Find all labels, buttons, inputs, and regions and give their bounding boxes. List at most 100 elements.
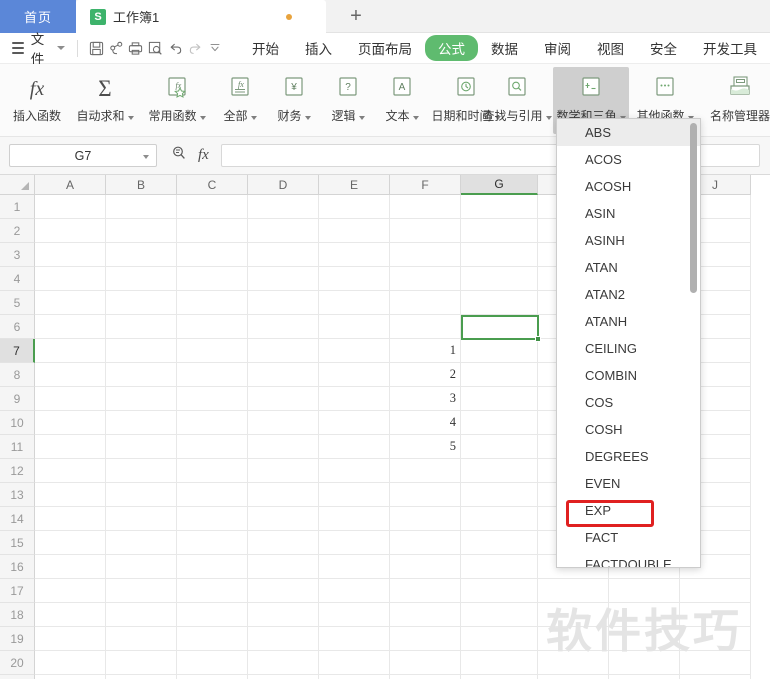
cell-A15[interactable] bbox=[35, 531, 106, 555]
cell-E9[interactable] bbox=[319, 387, 390, 411]
cell-C15[interactable] bbox=[177, 531, 248, 555]
dropdown-item-cos[interactable]: COS bbox=[557, 389, 700, 416]
print-icon[interactable] bbox=[126, 36, 146, 60]
cell-G18[interactable] bbox=[461, 603, 538, 627]
ribbon-tab-security[interactable]: 安全 bbox=[637, 35, 690, 61]
ribbon-tab-view[interactable]: 视图 bbox=[584, 35, 637, 61]
chevron-down-icon[interactable] bbox=[304, 115, 311, 120]
cell-A9[interactable] bbox=[35, 387, 106, 411]
cell-G16[interactable] bbox=[461, 555, 538, 579]
print-preview-icon[interactable] bbox=[146, 36, 166, 60]
cell-E10[interactable] bbox=[319, 411, 390, 435]
cell-F6[interactable] bbox=[390, 315, 461, 339]
cell-A14[interactable] bbox=[35, 507, 106, 531]
cell-A8[interactable] bbox=[35, 363, 106, 387]
cell-G6[interactable] bbox=[461, 315, 538, 339]
new-tab-button[interactable]: + bbox=[334, 0, 378, 33]
cell-B7[interactable] bbox=[106, 339, 177, 363]
cell-E16[interactable] bbox=[319, 555, 390, 579]
cell-J21[interactable] bbox=[680, 675, 751, 679]
cell-F20[interactable] bbox=[390, 651, 461, 675]
chevron-down-icon[interactable] bbox=[250, 115, 257, 120]
cell-B17[interactable] bbox=[106, 579, 177, 603]
row-header-17[interactable]: 17 bbox=[0, 579, 35, 603]
cell-F13[interactable] bbox=[390, 483, 461, 507]
cell-C10[interactable] bbox=[177, 411, 248, 435]
row-header-13[interactable]: 13 bbox=[0, 483, 35, 507]
cell-A12[interactable] bbox=[35, 459, 106, 483]
cell-E6[interactable] bbox=[319, 315, 390, 339]
cell-D4[interactable] bbox=[248, 267, 319, 291]
cell-F11[interactable]: 5 bbox=[390, 435, 461, 459]
cell-F19[interactable] bbox=[390, 627, 461, 651]
col-header-e[interactable]: E bbox=[319, 175, 390, 195]
cell-B15[interactable] bbox=[106, 531, 177, 555]
cell-B2[interactable] bbox=[106, 219, 177, 243]
share-icon[interactable] bbox=[106, 36, 126, 60]
cell-A2[interactable] bbox=[35, 219, 106, 243]
file-menu-label[interactable]: 文件 bbox=[31, 28, 51, 68]
cell-G7[interactable] bbox=[461, 339, 538, 363]
dropdown-item-ceiling[interactable]: CEILING bbox=[557, 335, 700, 362]
cell-G5[interactable] bbox=[461, 291, 538, 315]
ribbon-tab-page-layout[interactable]: 页面布局 bbox=[345, 35, 425, 61]
search-function-icon[interactable] bbox=[171, 145, 187, 166]
dropdown-item-even[interactable]: EVEN bbox=[557, 470, 700, 497]
cell-D10[interactable] bbox=[248, 411, 319, 435]
cell-E2[interactable] bbox=[319, 219, 390, 243]
cell-C11[interactable] bbox=[177, 435, 248, 459]
cell-A1[interactable] bbox=[35, 195, 106, 219]
cell-D3[interactable] bbox=[248, 243, 319, 267]
cell-D9[interactable] bbox=[248, 387, 319, 411]
cell-G12[interactable] bbox=[461, 459, 538, 483]
fill-handle[interactable] bbox=[535, 336, 541, 342]
ribbon-tab-data[interactable]: 数据 bbox=[478, 35, 531, 61]
row-header-4[interactable]: 4 bbox=[0, 267, 35, 291]
col-header-g[interactable]: G bbox=[461, 175, 538, 195]
name-box[interactable]: G7 bbox=[9, 144, 157, 167]
cell-D15[interactable] bbox=[248, 531, 319, 555]
cell-C7[interactable] bbox=[177, 339, 248, 363]
cell-G9[interactable] bbox=[461, 387, 538, 411]
cell-C2[interactable] bbox=[177, 219, 248, 243]
tab-workbook1[interactable]: S 工作簿1 bbox=[76, 0, 326, 33]
cell-E14[interactable] bbox=[319, 507, 390, 531]
cell-B12[interactable] bbox=[106, 459, 177, 483]
row-header-7[interactable]: 7 bbox=[0, 339, 35, 363]
chevron-down-icon[interactable] bbox=[143, 155, 149, 159]
cell-C18[interactable] bbox=[177, 603, 248, 627]
cell-F16[interactable] bbox=[390, 555, 461, 579]
row-header-14[interactable]: 14 bbox=[0, 507, 35, 531]
cell-E1[interactable] bbox=[319, 195, 390, 219]
cell-A10[interactable] bbox=[35, 411, 106, 435]
dropdown-item-factdouble[interactable]: FACTDOUBLE bbox=[557, 551, 700, 567]
cell-C3[interactable] bbox=[177, 243, 248, 267]
cell-E4[interactable] bbox=[319, 267, 390, 291]
cell-A13[interactable] bbox=[35, 483, 106, 507]
cell-C17[interactable] bbox=[177, 579, 248, 603]
cell-F10[interactable]: 4 bbox=[390, 411, 461, 435]
row-header-20[interactable]: 20 bbox=[0, 651, 35, 675]
row-header-19[interactable]: 19 bbox=[0, 627, 35, 651]
dropdown-item-abs[interactable]: ABS bbox=[557, 119, 700, 146]
cell-D2[interactable] bbox=[248, 219, 319, 243]
row-header-1[interactable]: 1 bbox=[0, 195, 35, 219]
cell-A4[interactable] bbox=[35, 267, 106, 291]
cell-G11[interactable] bbox=[461, 435, 538, 459]
cell-F21[interactable] bbox=[390, 675, 461, 679]
dropdown-item-degrees[interactable]: DEGREES bbox=[557, 443, 700, 470]
dropdown-item-acosh[interactable]: ACOSH bbox=[557, 173, 700, 200]
row-header-2[interactable]: 2 bbox=[0, 219, 35, 243]
cell-A6[interactable] bbox=[35, 315, 106, 339]
cell-E5[interactable] bbox=[319, 291, 390, 315]
row-header-21[interactable]: 21 bbox=[0, 675, 35, 679]
cell-B20[interactable] bbox=[106, 651, 177, 675]
cell-C9[interactable] bbox=[177, 387, 248, 411]
ribbon-tab-start[interactable]: 开始 bbox=[239, 35, 292, 61]
cell-C21[interactable] bbox=[177, 675, 248, 679]
cell-A11[interactable] bbox=[35, 435, 106, 459]
cell-A16[interactable] bbox=[35, 555, 106, 579]
cell-C19[interactable] bbox=[177, 627, 248, 651]
chevron-down-icon[interactable] bbox=[412, 115, 419, 120]
cell-A21[interactable] bbox=[35, 675, 106, 679]
